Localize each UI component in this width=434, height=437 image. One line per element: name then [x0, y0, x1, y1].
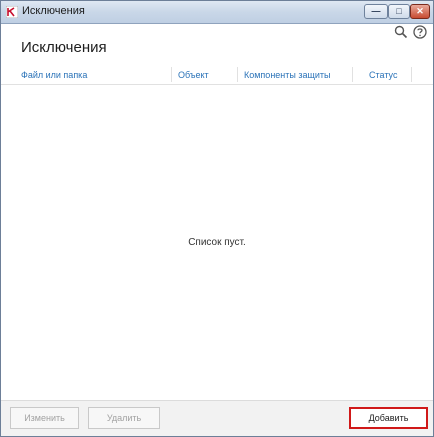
minimize-icon: —	[371, 6, 381, 16]
edit-button[interactable]: Изменить	[10, 407, 79, 429]
maximize-button[interactable]: □	[388, 4, 410, 19]
title-bar[interactable]: Исключения — □ ✕	[1, 1, 433, 24]
table-header: Файл или папка Объект Компоненты защиты …	[1, 65, 433, 85]
app-icon	[6, 6, 18, 18]
column-object[interactable]: Объект	[178, 70, 209, 80]
window-title: Исключения	[22, 5, 85, 17]
close-icon: ✕	[416, 6, 424, 16]
column-divider[interactable]	[171, 67, 172, 82]
header-icons	[394, 25, 427, 41]
add-button[interactable]: Добавить	[349, 407, 428, 429]
column-divider[interactable]	[411, 67, 412, 82]
delete-button[interactable]: Удалить	[88, 407, 160, 429]
close-button[interactable]: ✕	[410, 4, 430, 19]
empty-list-message: Список пуст.	[188, 237, 246, 248]
column-file-or-folder[interactable]: Файл или папка	[21, 70, 87, 80]
page-title: Исключения	[21, 39, 107, 56]
help-icon[interactable]	[413, 25, 427, 39]
column-divider[interactable]	[237, 67, 238, 82]
exclusions-window: Исключения — □ ✕ Исключения Файл или пап…	[0, 0, 434, 437]
maximize-icon: □	[396, 6, 402, 16]
column-status[interactable]: Статус	[369, 70, 397, 80]
search-icon[interactable]	[394, 25, 408, 39]
column-divider[interactable]	[352, 67, 353, 82]
column-protection-components[interactable]: Компоненты защиты	[244, 70, 331, 80]
minimize-button[interactable]: —	[364, 4, 388, 19]
